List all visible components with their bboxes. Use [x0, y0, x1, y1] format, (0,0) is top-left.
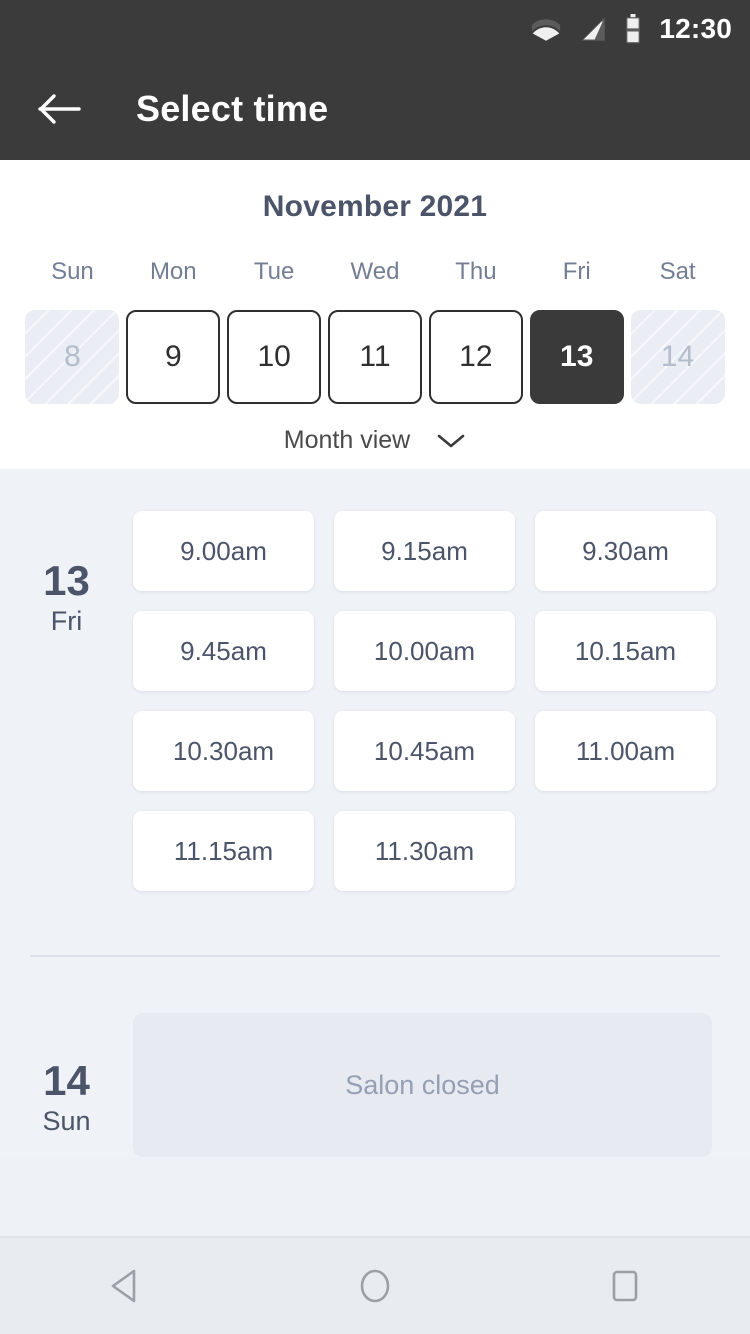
schedule-area: 13 Fri 9.00am 9.15am 9.30am 9.45am 10.00… — [0, 469, 750, 1157]
time-slot[interactable]: 11.15am — [133, 811, 314, 891]
triangle-back-icon — [108, 1267, 142, 1305]
salon-closed-panel: Salon closed — [133, 1013, 712, 1157]
page-title: Select time — [136, 88, 329, 129]
calendar-day-11[interactable]: 11 — [328, 310, 422, 404]
back-button[interactable] — [30, 79, 90, 139]
schedule-day-13: 13 Fri 9.00am 9.15am 9.30am 9.45am 10.00… — [0, 511, 750, 891]
dow-fri: Fri — [562, 258, 591, 285]
calendar-day-9[interactable]: 9 — [126, 310, 221, 404]
time-slot[interactable]: 10.00am — [334, 611, 515, 691]
calendar-cell-wrap: 10 — [224, 310, 325, 404]
arrow-left-icon — [38, 92, 82, 126]
time-slot[interactable]: 10.45am — [334, 711, 515, 791]
day-number: 13 — [43, 557, 90, 604]
day-label-14: 14 Sun — [0, 1013, 133, 1157]
status-bar: 12:30 — [0, 0, 750, 58]
calendar-panel: November 2021 Sun Mon Tue Wed Thu Fri Sa… — [0, 160, 750, 469]
signal-icon — [579, 15, 607, 43]
calendar-cell-wrap: 9 — [123, 310, 224, 404]
time-slot-grid: 9.00am 9.15am 9.30am 9.45am 10.00am 10.1… — [133, 511, 720, 891]
calendar-day-13[interactable]: 13 — [529, 310, 624, 404]
dow-tue: Tue — [253, 258, 295, 285]
day-number: 14 — [43, 1057, 90, 1104]
battery-icon — [625, 14, 641, 44]
day-name: Sun — [42, 1106, 91, 1137]
calendar-day-12[interactable]: 12 — [428, 310, 523, 404]
calendar-cell-wrap: 14 — [627, 310, 728, 404]
month-view-label: Month view — [283, 426, 411, 454]
time-slot[interactable]: 11.00am — [535, 711, 716, 791]
nav-back-button[interactable] — [70, 1251, 180, 1321]
day-label-13: 13 Fri — [0, 511, 133, 640]
nav-recents-button[interactable] — [570, 1251, 680, 1321]
month-view-toggle[interactable]: Month view — [0, 426, 750, 455]
calendar-day-10[interactable]: 10 — [227, 310, 322, 404]
day-name: Fri — [50, 606, 83, 637]
status-clock: 12:30 — [659, 13, 732, 44]
schedule-day-14: 14 Sun Salon closed — [0, 1013, 750, 1157]
time-slot[interactable]: 10.30am — [133, 711, 314, 791]
time-slot[interactable]: 9.30am — [535, 511, 716, 591]
dow-sat: Sat — [659, 258, 696, 285]
dow-mon: Mon — [149, 258, 197, 285]
nav-home-button[interactable] — [320, 1251, 430, 1321]
time-slot[interactable]: 9.00am — [133, 511, 314, 591]
calendar-cell-wrap: 11 — [325, 310, 426, 404]
wifi-icon — [531, 16, 561, 42]
calendar-cell-wrap: 12 — [425, 310, 526, 404]
calendar-day-8: 8 — [25, 310, 120, 404]
calendar-day-row: 8 9 10 11 12 13 14 — [0, 310, 750, 404]
time-slot[interactable]: 10.15am — [535, 611, 716, 691]
time-slot[interactable]: 9.45am — [133, 611, 314, 691]
android-nav-bar — [0, 1236, 750, 1334]
time-slot[interactable]: 9.15am — [334, 511, 515, 591]
calendar-cell-wrap: 13 — [526, 310, 627, 404]
calendar-dow-row: Sun Mon Tue Wed Thu Fri Sat — [0, 250, 750, 294]
calendar-month-title: November 2021 — [262, 190, 488, 223]
chevron-down-icon — [436, 432, 466, 450]
calendar-cell-wrap: 8 — [22, 310, 123, 404]
dow-wed: Wed — [350, 258, 400, 285]
dow-sun: Sun — [51, 258, 94, 285]
app-bar: Select time — [0, 58, 750, 160]
dow-thu: Thu — [455, 258, 497, 285]
calendar-day-14: 14 — [630, 310, 725, 404]
section-divider — [30, 955, 720, 957]
status-icons — [531, 14, 641, 44]
square-recents-icon — [608, 1267, 642, 1305]
circle-home-icon — [356, 1267, 394, 1305]
time-slot[interactable]: 11.30am — [334, 811, 515, 891]
